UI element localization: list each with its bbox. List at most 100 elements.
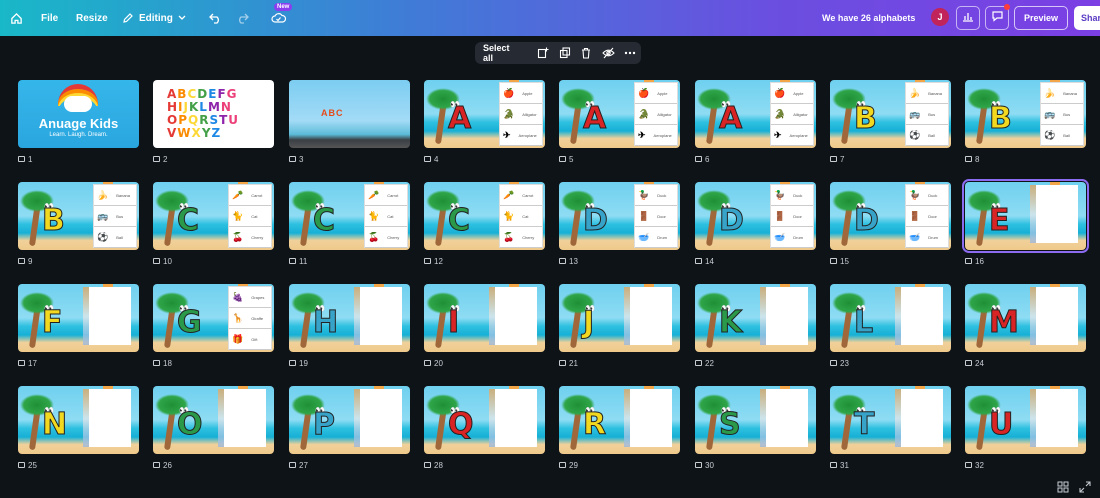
fullscreen-icon[interactable] [1079,480,1091,498]
vocabulary-word: Alligator [522,111,537,117]
slide-thumbnail[interactable]: 🍌 Banana 🚌 Bus ⚽ Ball 👀 B [965,80,1086,148]
home-icon[interactable] [10,0,23,36]
slide-number-label: 6 [705,154,710,164]
editing-mode-menu[interactable]: Editing [122,0,186,36]
slide-thumbnail[interactable]: 👀 F [18,284,139,352]
vocabulary-word: Aeroplane [518,132,537,138]
vocabulary-row: 🦆 Duck [771,185,813,206]
slide-number-label: 1 [28,154,33,164]
slide-thumbnail[interactable]: 🦆 Duck 🚪 Door 🥣 Drum 👀 D [830,182,951,250]
select-all-button[interactable]: Select all [483,43,522,63]
slide-thumbnail[interactable]: 👀 K [695,284,816,352]
view-controls [1057,480,1091,498]
slide-thumbnail[interactable]: 👀 O [153,386,274,454]
slide-icon [424,462,431,468]
trash-icon[interactable] [575,42,597,64]
slide-thumbnail[interactable]: 👀 U [965,386,1086,454]
slide-thumbnail[interactable]: 👀 M [965,284,1086,352]
alphabet-char: H [167,100,179,114]
vocabulary-row: ⚽ Ball [906,125,948,146]
slide-thumbnail[interactable]: 👀 I [424,284,545,352]
file-menu[interactable]: File [41,0,58,36]
slide-thumbnail[interactable]: 👀 P [289,386,410,454]
slide-thumbnail[interactable]: 🍎 Apple 🐊 Alligator ✈ Aeroplane 👀 A [695,80,816,148]
insights-button[interactable] [956,6,980,30]
slide-number: 31 [830,460,849,470]
resize-menu[interactable]: Resize [76,0,108,36]
slide-thumbnail[interactable]: 👀 Q [424,386,545,454]
slide-icon [695,360,702,366]
slide-icon [965,360,972,366]
slide-number: 22 [695,358,714,368]
blank-placeholder [360,389,402,447]
share-button[interactable]: Shar [1074,6,1100,30]
more-options-icon[interactable] [619,42,641,64]
slide-thumbnail[interactable]: 🥕 Carrot 🐈 Cat 🍒 Cherry 👀 C [424,182,545,250]
vocabulary-picture: ⚽ [909,129,921,140]
vocabulary-picture: 🐊 [638,108,650,119]
slide-thumbnail[interactable]: 🦆 Duck 🚪 Door 🥣 Drum 👀 D [559,182,680,250]
vocabulary-row: 🚪 Door [635,206,677,227]
hide-icon[interactable] [597,42,619,64]
slide-thumbnail[interactable]: 🍌 Banana 🚌 Bus ⚽ Ball 👀 B [18,182,139,250]
slide-thumbnail[interactable]: Anuage Kids Learn. Laugh. Dream. [18,80,139,148]
slide-thumbnail[interactable]: 🍎 Apple 🐊 Alligator ✈ Aeroplane 👀 A [559,80,680,148]
slide-thumbnail[interactable]: 👀 N [18,386,139,454]
blank-placeholder [495,389,537,447]
vocabulary-word: Aeroplane [789,132,808,138]
slide-number: 30 [695,460,714,470]
slide-icon [424,156,431,162]
comments-button[interactable] [985,4,1010,30]
vocabulary-picture: 🥣 [774,231,786,242]
grid-view-icon[interactable] [1057,480,1069,498]
vocabulary-picture: 🐈 [503,210,515,221]
blank-placeholder [766,389,808,447]
redo-icon[interactable] [236,0,249,36]
vocabulary-picture: 🚪 [774,210,786,221]
slide-icon [289,156,296,162]
slide-thumbnail[interactable]: 👀 S [695,386,816,454]
alphabet-letter: T [853,407,875,442]
vocabulary-word: Carrot [387,192,399,198]
slide-number-label: 18 [163,358,172,368]
slide-thumbnail[interactable]: 🍎 Apple 🐊 Alligator ✈ Aeroplane 👀 A [424,80,545,148]
slide-thumbnail[interactable]: ABC [289,80,410,148]
slide-thumbnail[interactable]: 🥕 Carrot 🐈 Cat 🍒 Cherry 👀 C [153,182,274,250]
slide-thumbnail[interactable]: 🍇 Grapes 🦒 Giraffe 🎁 Gift 👀 G [153,284,274,352]
slide-thumbnail[interactable]: 👀 H [289,284,410,352]
undo-icon[interactable] [209,0,222,36]
vocabulary-row: 🍒 Cherry [500,227,542,248]
avatar[interactable]: J [931,8,949,26]
slide-thumbnail[interactable]: 👀 L [830,284,951,352]
preview-button[interactable]: Preview [1014,6,1068,30]
slide-icon [18,462,25,468]
slide-thumbnail[interactable]: 🦆 Duck 🚪 Door 🥣 Drum 👀 D [695,182,816,250]
alphabet-letter: B [989,101,1013,136]
slide-thumbnail[interactable]: 🥕 Carrot 🐈 Cat 🍒 Cherry 👀 C [289,182,410,250]
slide-thumbnail[interactable]: 👀 T [830,386,951,454]
slide-thumbnail[interactable]: 👀 E [962,179,1089,253]
slide-icon [18,156,25,162]
slide-thumbnail[interactable]: 🍌 Banana 🚌 Bus ⚽ Ball 👀 B [830,80,951,148]
vocabulary-row: 🥕 Carrot [229,185,271,206]
slide-icon [559,258,566,264]
slide-thumbnail[interactable]: 👀 J [559,284,680,352]
slide-thumbnail[interactable]: ABCDEFG HIJKLMN OPQRSTU VWXYZ [153,80,274,148]
vocabulary-row: 🦆 Duck [906,185,948,206]
document-title[interactable]: We have 26 alphabets [822,0,915,36]
vocabulary-row: 🐊 Alligator [771,104,813,125]
vocabulary-row: 🍎 Apple [771,83,813,104]
vocabulary-word: Gift [251,336,258,342]
alphabet-letter: A [447,101,472,136]
alphabet-char: G [226,87,238,101]
slide-thumbnail[interactable]: 👀 R [559,386,680,454]
slide-number: 6 [695,154,709,164]
vocabulary-word: Banana [928,90,943,96]
duplicate-icon[interactable] [554,42,576,64]
blank-placeholder [89,389,131,447]
vocabulary-picture: 🍒 [503,231,515,242]
vocabulary-panel: 🦆 Duck 🚪 Door 🥣 Drum [905,184,949,248]
vocabulary-panel: 🥕 Carrot 🐈 Cat 🍒 Cherry [364,184,408,248]
add-page-icon[interactable] [532,42,554,64]
vocabulary-row: 🎁 Gift [229,329,271,350]
